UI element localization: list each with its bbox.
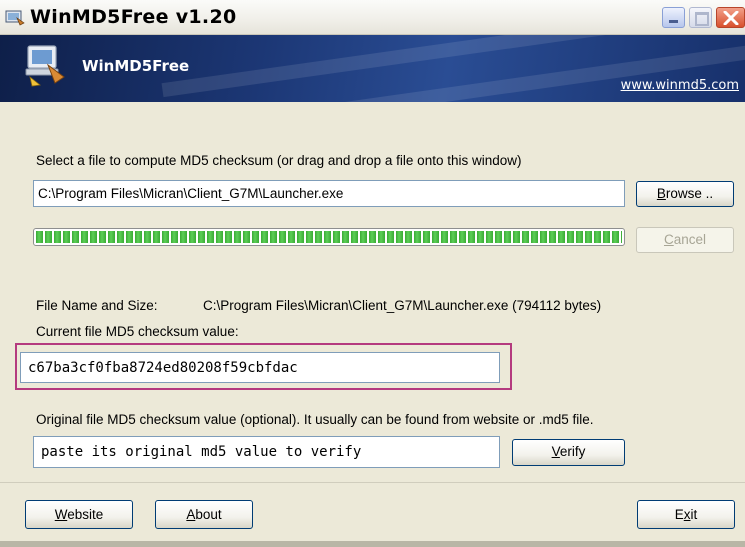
close-icon <box>723 11 739 25</box>
about-button[interactable]: About <box>155 500 253 529</box>
exit-label: it <box>690 507 698 522</box>
original-md5-input[interactable]: paste its original md5 value to verify <box>33 436 500 468</box>
website-link[interactable]: www.winmd5.com <box>621 78 739 93</box>
exit-button[interactable]: Exit <box>637 500 735 529</box>
header-banner: WinMD5Free www.winmd5.com <box>0 35 745 102</box>
original-md5-placeholder: paste its original md5 value to verify <box>41 444 362 460</box>
minimize-button[interactable] <box>662 7 685 28</box>
current-md5-field[interactable]: c67ba3cf0fba8724ed80208f59cbfdac <box>20 352 500 383</box>
about-accel: A <box>186 507 196 522</box>
window-bottom-edge <box>0 541 745 547</box>
title-bar[interactable]: WinMD5Free v1.20 <box>0 0 745 35</box>
website-accel: W <box>54 507 68 522</box>
browse-accel: B <box>656 186 666 201</box>
verify-button[interactable]: Verify <box>512 439 625 466</box>
original-md5-label: Original file MD5 checksum value (option… <box>36 412 594 427</box>
app-icon <box>5 10 25 26</box>
exit-prefix: E <box>674 507 684 522</box>
current-md5-label: Current file MD5 checksum value: <box>36 324 239 339</box>
progress-bar <box>33 228 625 246</box>
footer-separator <box>0 482 745 483</box>
file-name-size-value: C:\Program Files\Micran\Client_G7M\Launc… <box>203 298 602 313</box>
website-label: ebsite <box>67 507 104 522</box>
exit-accel: x <box>683 507 691 522</box>
app-logo-icon <box>25 45 65 87</box>
winmd5free-window: WinMD5Free v1.20 WinMD5Free www.winmd5.c… <box>0 0 745 547</box>
browse-button[interactable]: Browse .. <box>636 181 734 207</box>
file-path-input[interactable]: C:\Program Files\Micran\Client_G7M\Launc… <box>33 180 625 207</box>
website-button[interactable]: Website <box>25 500 133 529</box>
current-md5-value: c67ba3cf0fba8724ed80208f59cbfdac <box>28 360 298 376</box>
progress-fill <box>36 231 622 243</box>
select-file-label: Select a file to compute MD5 checksum (o… <box>36 153 522 168</box>
cancel-label: ancel <box>673 232 707 247</box>
maximize-button[interactable] <box>689 7 712 28</box>
close-button[interactable] <box>716 7 745 28</box>
cancel-button[interactable]: Cancel <box>636 227 734 253</box>
verify-label: erify <box>559 444 586 459</box>
about-label: bout <box>195 507 222 522</box>
verify-accel: V <box>551 444 560 459</box>
window-title: WinMD5Free v1.20 <box>30 6 237 28</box>
browse-label: rowse .. <box>665 186 714 201</box>
file-path-value: C:\Program Files\Micran\Client_G7M\Launc… <box>38 186 344 201</box>
cancel-accel: C <box>663 232 674 247</box>
banner-title: WinMD5Free <box>82 57 190 75</box>
file-name-size-label: File Name and Size: <box>36 298 158 313</box>
